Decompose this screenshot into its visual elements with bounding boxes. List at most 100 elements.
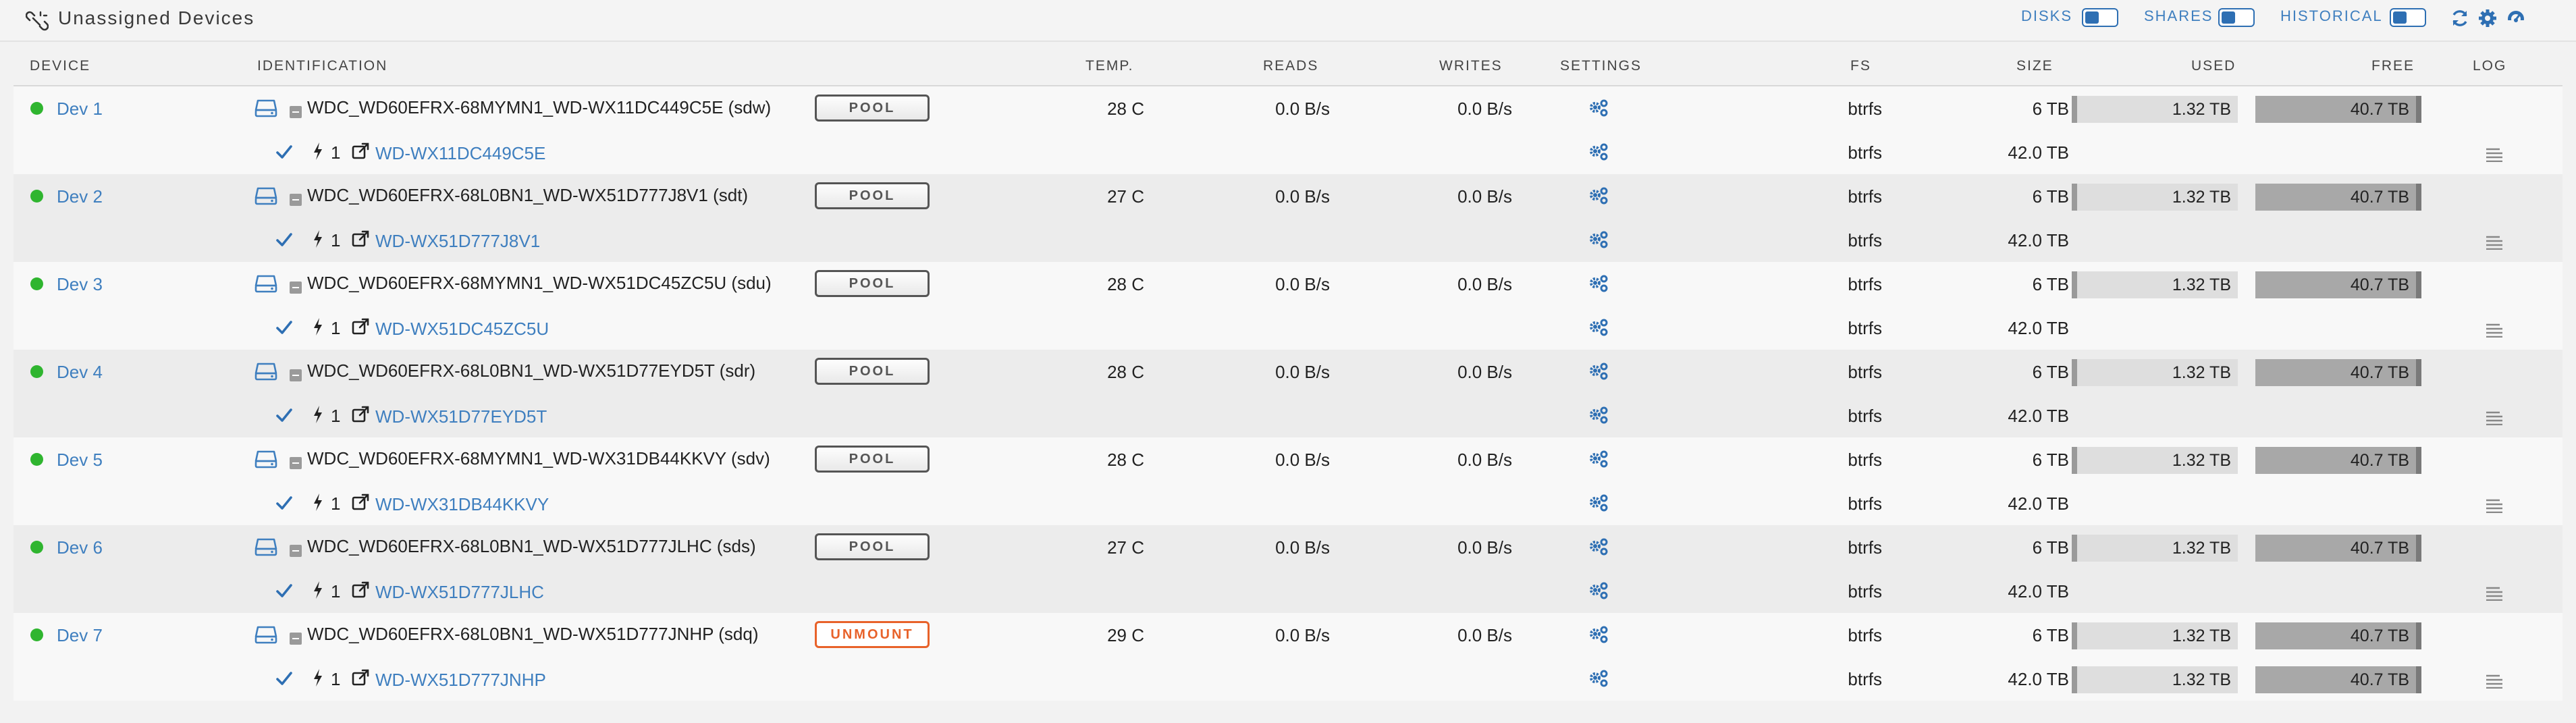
filesystem: btrfs bbox=[1848, 625, 1882, 645]
log-icon[interactable] bbox=[2485, 586, 2504, 601]
collapse-toggle[interactable] bbox=[290, 106, 302, 118]
pool-button[interactable]: POOL bbox=[815, 358, 930, 385]
settings-gears-icon[interactable] bbox=[1587, 537, 1610, 558]
partition-serial-link[interactable]: WD-WX51D77EYD5T bbox=[375, 406, 547, 427]
col-free: FREE bbox=[2371, 58, 2415, 74]
log-icon[interactable] bbox=[2485, 235, 2504, 250]
temperature: 28 C bbox=[1107, 99, 1144, 119]
write-rate: 0.0 B/s bbox=[1457, 186, 1512, 207]
collapse-toggle[interactable] bbox=[290, 369, 302, 381]
refresh-icon[interactable] bbox=[2450, 8, 2470, 28]
collapse-toggle[interactable] bbox=[290, 282, 302, 294]
device-row: Dev 5 WDC_WD60EFRX-68MYMN1_WD-WX31DB44KK… bbox=[14, 437, 2562, 481]
settings-gears-icon[interactable] bbox=[1587, 274, 1610, 294]
settings-gears-icon[interactable] bbox=[1587, 362, 1610, 382]
settings-gears-icon[interactable] bbox=[1587, 186, 1610, 207]
unmount-button[interactable]: UNMOUNT bbox=[815, 621, 930, 648]
external-link-icon[interactable] bbox=[351, 142, 370, 161]
collapse-toggle[interactable] bbox=[290, 633, 302, 645]
hard-drive-icon[interactable] bbox=[254, 186, 277, 206]
read-rate: 0.0 B/s bbox=[1275, 625, 1330, 645]
settings-gears-icon[interactable] bbox=[1587, 581, 1610, 601]
log-icon[interactable] bbox=[2485, 147, 2504, 162]
settings-gears-icon[interactable] bbox=[1587, 406, 1610, 426]
hard-drive-icon[interactable] bbox=[254, 98, 277, 118]
historical-toggle[interactable] bbox=[2390, 8, 2426, 27]
write-rate: 0.0 B/s bbox=[1457, 274, 1512, 294]
log-icon[interactable] bbox=[2485, 410, 2504, 425]
used-value: 1.32 TB bbox=[2172, 451, 2231, 470]
read-rate: 0.0 B/s bbox=[1275, 274, 1330, 294]
external-link-icon[interactable] bbox=[351, 317, 370, 336]
pool-button[interactable]: POOL bbox=[815, 182, 930, 209]
filesystem: btrfs bbox=[1848, 99, 1882, 119]
settings-gears-icon[interactable] bbox=[1587, 230, 1610, 250]
external-link-icon[interactable] bbox=[351, 230, 370, 248]
device-name-link[interactable]: Dev 7 bbox=[57, 625, 103, 646]
settings-gears-icon[interactable] bbox=[1587, 99, 1610, 119]
device-name-link[interactable]: Dev 3 bbox=[57, 274, 103, 295]
settings-gears-icon[interactable] bbox=[1587, 669, 1610, 689]
collapse-toggle[interactable] bbox=[290, 194, 302, 206]
partition-serial-link[interactable]: WD-WX51D777JLHC bbox=[375, 582, 544, 603]
read-rate: 0.0 B/s bbox=[1275, 186, 1330, 207]
external-link-icon[interactable] bbox=[351, 668, 370, 687]
log-icon[interactable] bbox=[2485, 674, 2504, 689]
dashboard-icon[interactable] bbox=[2506, 8, 2526, 28]
device-name-link[interactable]: Dev 5 bbox=[57, 450, 103, 471]
collapse-toggle[interactable] bbox=[290, 545, 302, 557]
settings-gears-icon[interactable] bbox=[1587, 450, 1610, 470]
device-name-link[interactable]: Dev 6 bbox=[57, 537, 103, 558]
pool-button[interactable]: POOL bbox=[815, 533, 930, 560]
partition-serial-link[interactable]: WD-WX11DC449C5E bbox=[375, 143, 545, 164]
device-name-link[interactable]: Dev 2 bbox=[57, 186, 103, 207]
external-link-icon[interactable] bbox=[351, 493, 370, 512]
external-link-icon[interactable] bbox=[351, 405, 370, 424]
hard-drive-icon[interactable] bbox=[254, 361, 277, 381]
log-icon[interactable] bbox=[2485, 323, 2504, 338]
write-rate: 0.0 B/s bbox=[1457, 450, 1512, 470]
col-temp: TEMP. bbox=[1085, 58, 1134, 74]
size: 6 TB bbox=[2032, 450, 2069, 470]
settings-gears-icon[interactable] bbox=[1587, 318, 1610, 338]
partition-number: 1 bbox=[331, 669, 341, 689]
shares-toggle[interactable] bbox=[2218, 8, 2255, 27]
partition-serial-link[interactable]: WD-WX51D777J8V1 bbox=[375, 231, 540, 252]
gear-icon[interactable] bbox=[2477, 8, 2498, 28]
device-group: Dev 7 WDC_WD60EFRX-68L0BN1_WD-WX51D777JN… bbox=[14, 613, 2562, 701]
filesystem: btrfs bbox=[1848, 450, 1882, 470]
pool-button[interactable]: POOL bbox=[815, 270, 930, 297]
pool-button[interactable]: POOL bbox=[815, 446, 930, 473]
settings-gears-icon[interactable] bbox=[1587, 493, 1610, 514]
partition-filesystem: btrfs bbox=[1848, 142, 1882, 163]
check-icon bbox=[276, 145, 292, 159]
partition-row: 1 WD-WX11DC449C5E btrfs 42.0 TB bbox=[14, 130, 2562, 174]
partition-number: 1 bbox=[331, 406, 341, 426]
settings-gears-icon[interactable] bbox=[1587, 142, 1610, 163]
write-rate: 0.0 B/s bbox=[1457, 99, 1512, 119]
used-value: 1.32 TB bbox=[2172, 626, 2231, 645]
log-icon[interactable] bbox=[2485, 498, 2504, 513]
shares-toggle-label: SHARES bbox=[2144, 7, 2213, 24]
device-name-link[interactable]: Dev 1 bbox=[57, 99, 103, 119]
free-bar: 40.7 TB bbox=[2255, 271, 2421, 298]
free-bar: 40.7 TB bbox=[2255, 622, 2421, 649]
hard-drive-icon[interactable] bbox=[254, 624, 277, 645]
disks-toggle[interactable] bbox=[2082, 8, 2118, 27]
partition-row: 1 WD-WX51D77EYD5T btrfs 42.0 TB bbox=[14, 394, 2562, 437]
partition-serial-link[interactable]: WD-WX51D777JNHP bbox=[375, 670, 546, 691]
settings-gears-icon[interactable] bbox=[1587, 625, 1610, 645]
lightning-icon bbox=[314, 581, 322, 599]
hard-drive-icon[interactable] bbox=[254, 537, 277, 557]
pool-button[interactable]: POOL bbox=[815, 95, 930, 122]
status-online-icon bbox=[30, 365, 43, 378]
free-value: 40.7 TB bbox=[2350, 188, 2409, 207]
device-name-link[interactable]: Dev 4 bbox=[57, 362, 103, 383]
partition-serial-link[interactable]: WD-WX51DC45ZC5U bbox=[375, 319, 549, 340]
collapse-toggle[interactable] bbox=[290, 457, 302, 469]
external-link-icon[interactable] bbox=[351, 581, 370, 599]
hard-drive-icon[interactable] bbox=[254, 273, 277, 294]
hard-drive-icon[interactable] bbox=[254, 449, 277, 469]
col-size: SIZE bbox=[2016, 58, 2054, 74]
partition-serial-link[interactable]: WD-WX31DB44KKVY bbox=[375, 494, 549, 515]
